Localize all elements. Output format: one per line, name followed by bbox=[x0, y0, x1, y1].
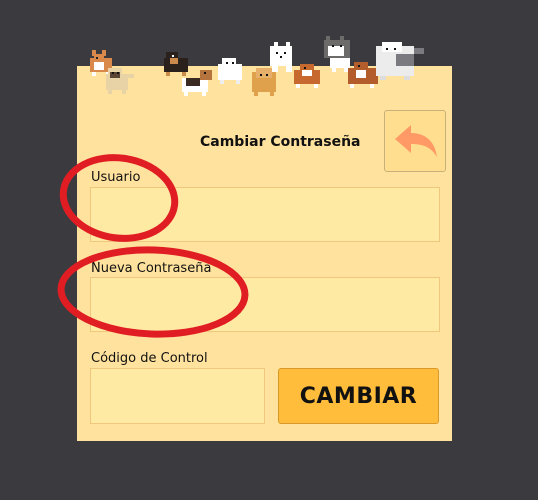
pixel-dogs-banner bbox=[90, 36, 424, 96]
dog-icon bbox=[164, 52, 188, 76]
control-code-input[interactable] bbox=[90, 368, 265, 424]
dog-icon bbox=[106, 68, 134, 94]
dog-icon bbox=[324, 36, 350, 72]
dog-icon bbox=[218, 58, 242, 84]
dog-icon bbox=[294, 64, 320, 88]
back-arrow-icon bbox=[395, 125, 437, 157]
dog-icon bbox=[348, 62, 378, 88]
user-label: Usuario bbox=[91, 170, 141, 185]
dog-icon bbox=[182, 70, 212, 96]
control-code-label: Código de Control bbox=[91, 351, 208, 366]
user-input[interactable] bbox=[90, 187, 440, 242]
app-window: Cambiar Contraseña Usuario Nueva Contras… bbox=[0, 0, 538, 500]
new-password-input[interactable] bbox=[90, 277, 440, 332]
back-button[interactable] bbox=[384, 110, 446, 172]
new-password-label: Nueva Contraseña bbox=[91, 261, 212, 276]
dog-icon bbox=[252, 68, 276, 96]
change-button[interactable]: CAMBIAR bbox=[278, 368, 439, 424]
dog-icon bbox=[270, 42, 292, 72]
dog-icon bbox=[376, 42, 424, 80]
page-title: Cambiar Contraseña bbox=[200, 134, 361, 150]
